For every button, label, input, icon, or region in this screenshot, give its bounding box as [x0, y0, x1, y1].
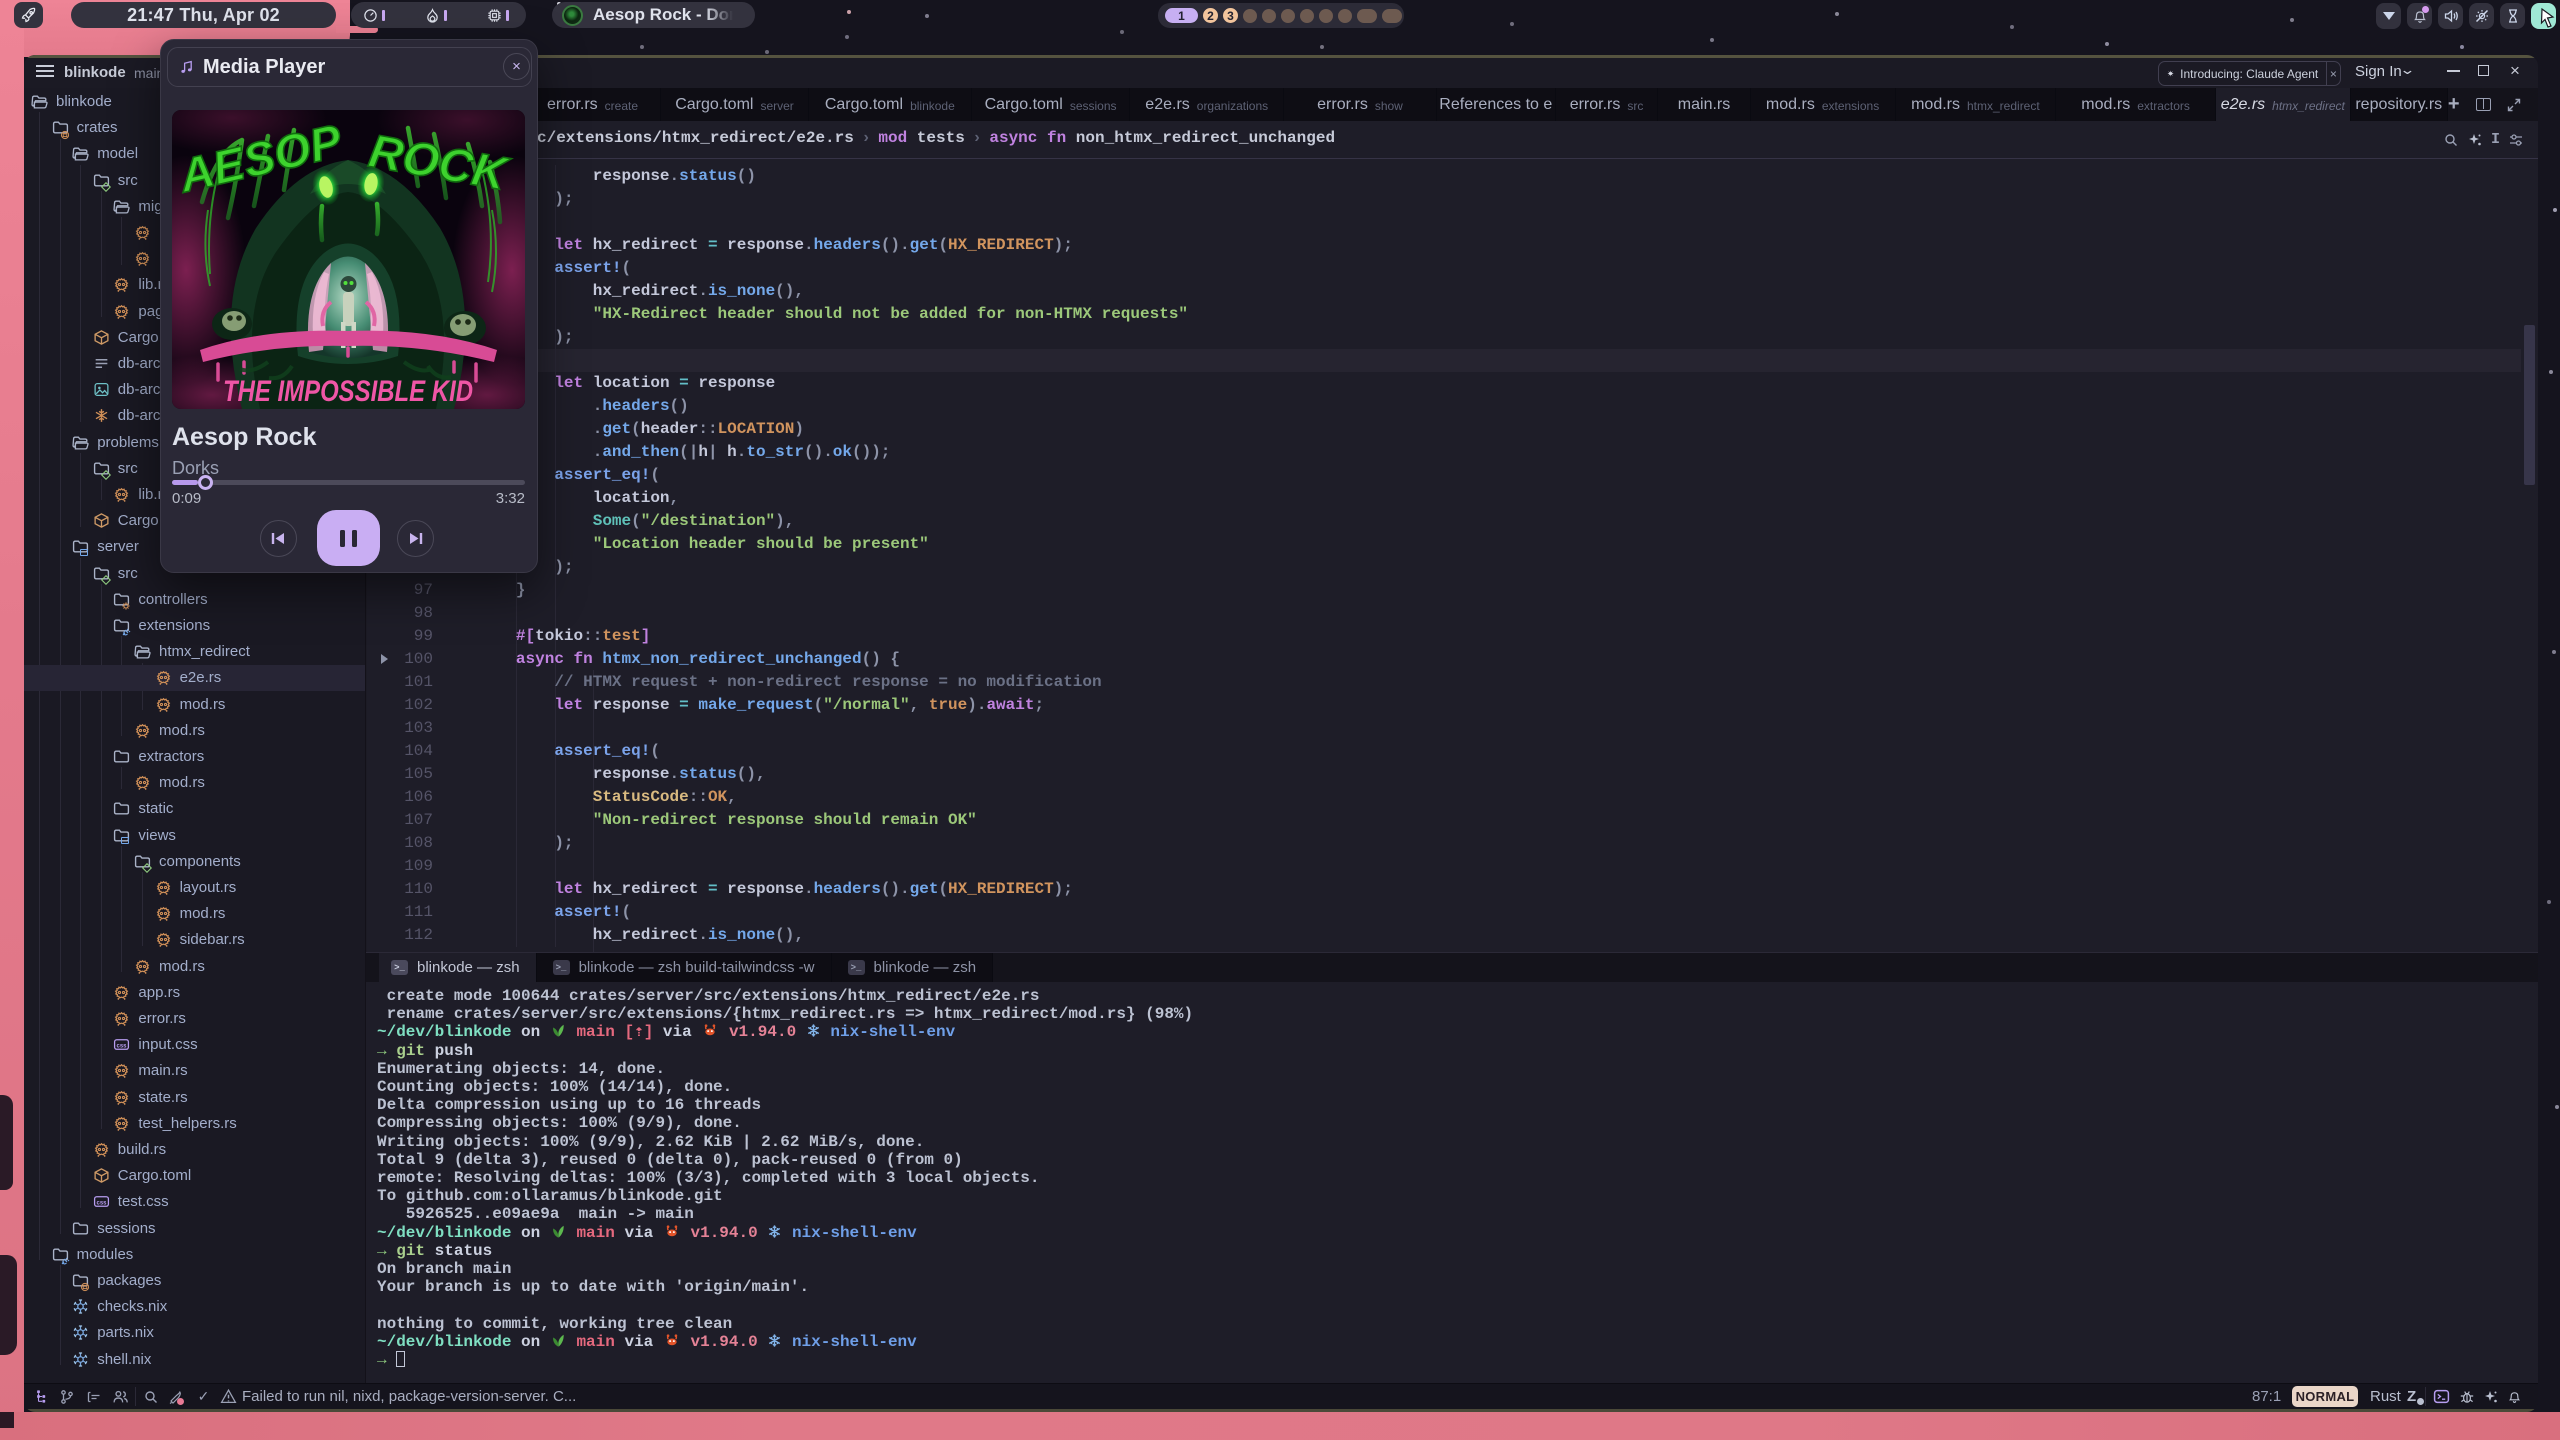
svg-text:THE IMPOSSIBLE KID: THE IMPOSSIBLE KID [223, 375, 473, 408]
